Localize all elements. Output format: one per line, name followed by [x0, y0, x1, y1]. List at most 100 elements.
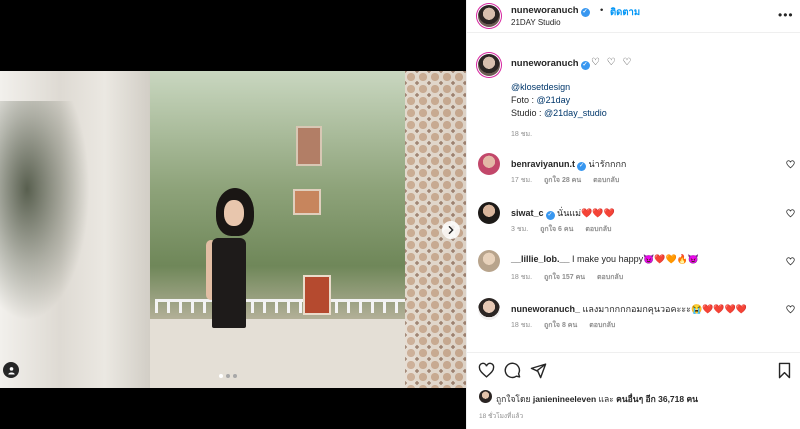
- post-media-pane: [0, 0, 466, 429]
- caption-mention[interactable]: @klosetdesign: [511, 82, 570, 92]
- post-author-username[interactable]: nuneworanuch ✓: [511, 5, 590, 17]
- dress: [212, 238, 246, 328]
- chevron-right-icon: [448, 226, 454, 234]
- caption-line: Studio : @21day_studio: [511, 108, 607, 118]
- avatar[interactable]: [478, 202, 500, 224]
- verified-badge-icon: ✓: [580, 61, 590, 70]
- caption-username[interactable]: nuneworanuch ✓: [511, 58, 590, 70]
- avatar[interactable]: [478, 153, 500, 175]
- comment-emoji: ❤️❤️❤️: [581, 208, 615, 218]
- comment-body: แลงมากกกกอมกคุนวอคะะะ: [582, 304, 691, 314]
- follow-button[interactable]: ติดตาม: [610, 5, 640, 20]
- location-link[interactable]: 21DAY Studio: [511, 18, 561, 27]
- comment-time: 18 ชม.: [511, 322, 533, 329]
- wall-photo: [303, 275, 331, 315]
- comment-item: siwat_c ✓ นั่นแม่❤️❤️❤️ 3 ชม. ถูกใจ 6 คน …: [467, 202, 800, 246]
- heart-icon[interactable]: [786, 209, 795, 218]
- comment-likes[interactable]: ถูกใจ 157 คน: [544, 274, 585, 281]
- comment-emoji: 😈❤️🧡🔥😈: [643, 254, 700, 264]
- heart-icon[interactable]: [786, 160, 795, 169]
- reply-button[interactable]: ตอบกลับ: [585, 226, 611, 233]
- wall-photo: [293, 189, 321, 215]
- liked-by-others[interactable]: คนอื่นๆ อีก 36,718 คน: [616, 394, 698, 404]
- mention-link[interactable]: @21day_studio: [544, 108, 607, 118]
- comment-likes[interactable]: ถูกใจ 6 คน: [540, 226, 573, 233]
- post-action-bar: [467, 352, 800, 384]
- comment-username[interactable]: benraviyanun.t: [511, 159, 575, 169]
- verified-badge-icon: ✓: [545, 211, 555, 220]
- wall-photo: [296, 126, 322, 166]
- mention-link[interactable]: @21day: [537, 95, 571, 105]
- comment-username[interactable]: __lillie_lob.__: [511, 254, 570, 264]
- comment-time: 18 ชม.: [511, 274, 533, 281]
- liked-by-middle: และ: [596, 394, 617, 404]
- username-text[interactable]: nuneworanuch: [511, 5, 579, 16]
- separator-dot: •: [600, 5, 604, 16]
- comment-likes[interactable]: ถูกใจ 8 คน: [544, 322, 577, 329]
- comment-item: benraviyanun.t ✓ น่ารักกกก 17 ชม. ถูกใจ 2…: [467, 153, 800, 197]
- comment-icon[interactable]: [504, 362, 521, 379]
- comment-likes[interactable]: ถูกใจ 28 คน: [544, 177, 581, 184]
- comment-body: นั่นแม่: [557, 208, 582, 218]
- caption-text: Foto :: [511, 95, 537, 105]
- window-sill: [150, 319, 415, 388]
- comment-username[interactable]: nuneworanuch_: [511, 304, 580, 314]
- post-side-panel: nuneworanuch ✓ • ติดตาม 21DAY Studio ••• …: [466, 0, 800, 429]
- heart-icon[interactable]: [478, 362, 495, 379]
- comment-meta: 18 ชม. ถูกใจ 157 คน ตอบกลับ: [511, 272, 633, 283]
- liked-by-user[interactable]: janienineeleven: [533, 394, 596, 404]
- face: [224, 200, 244, 226]
- caption-timestamp: 18 ชม.: [511, 131, 533, 138]
- verified-badge-icon: ✓: [577, 162, 587, 171]
- comment-meta: 18 ชม. ถูกใจ 8 คน ตอบกลับ: [511, 320, 625, 331]
- mention-link[interactable]: @klosetdesign: [511, 82, 570, 92]
- avatar[interactable]: [478, 250, 500, 272]
- comment-username[interactable]: siwat_c: [511, 208, 544, 218]
- avatar[interactable]: [479, 390, 492, 403]
- heart-icon[interactable]: [786, 257, 795, 266]
- user-icon: [7, 366, 15, 375]
- liked-by-summary: ถูกใจโดย janienineeleven และ คนอื่นๆ อีก…: [479, 389, 800, 405]
- post-photo[interactable]: [0, 71, 466, 388]
- comment-item: __lillie_lob.__ I make you happy😈❤️🧡🔥😈 1…: [467, 250, 800, 294]
- comment-text: __lillie_lob.__ I make you happy😈❤️🧡🔥😈: [511, 254, 699, 265]
- post-header: nuneworanuch ✓ • ติดตาม 21DAY Studio •••: [467, 0, 800, 33]
- comment-meta: 17 ชม. ถูกใจ 28 คน ตอบกลับ: [511, 175, 629, 186]
- username-text[interactable]: nuneworanuch: [511, 58, 579, 69]
- comment-emoji: 😭❤️❤️❤️❤️: [690, 304, 747, 314]
- bookmark-icon[interactable]: [776, 362, 793, 379]
- comments-list[interactable]: nuneworanuch ✓ ♡ ♡ ♡ @klosetdesign Foto :…: [467, 45, 800, 350]
- comment-item: nuneworanuch_ แลงมากกกกอมกคุนวอคะะะ😭❤️❤️…: [467, 298, 800, 342]
- avatar[interactable]: [478, 298, 500, 320]
- tagged-users-button[interactable]: [3, 362, 19, 378]
- carousel-dot: [219, 374, 223, 378]
- caption-hearts: ♡ ♡ ♡: [591, 57, 634, 68]
- window-greenery: [150, 71, 405, 331]
- avatar[interactable]: [478, 54, 500, 76]
- liked-by-text: ถูกใจโดย janienineeleven และ คนอื่นๆ อีก…: [496, 392, 698, 406]
- liked-by-prefix: ถูกใจโดย: [496, 394, 533, 404]
- heart-icon[interactable]: [786, 305, 795, 314]
- carousel-dot: [226, 374, 230, 378]
- comment-body: I make you happy: [572, 254, 644, 264]
- more-options-icon[interactable]: •••: [778, 8, 794, 22]
- caption-text: Studio :: [511, 108, 545, 118]
- reply-button[interactable]: ตอบกลับ: [593, 177, 619, 184]
- instagram-post-modal: nuneworanuch ✓ • ติดตาม 21DAY Studio ••• …: [0, 0, 800, 429]
- avatar[interactable]: [478, 5, 500, 27]
- caption-line: Foto : @21day: [511, 95, 570, 105]
- reply-button[interactable]: ตอบกลับ: [597, 274, 623, 281]
- comment-text: nuneworanuch_ แลงมากกกกอมกคุนวอคะะะ😭❤️❤️…: [511, 302, 747, 316]
- plant-silhouette: [0, 101, 90, 321]
- reply-button[interactable]: ตอบกลับ: [589, 322, 615, 329]
- post-timestamp[interactable]: 18 ชั่วโมงที่แล้ว: [479, 411, 523, 421]
- carousel-dot: [233, 374, 237, 378]
- carousel-next-button[interactable]: [442, 221, 460, 239]
- share-icon[interactable]: [530, 362, 547, 379]
- person-figure: [206, 188, 254, 328]
- verified-badge-icon: ✓: [580, 8, 590, 17]
- comment-text: siwat_c ✓ นั่นแม่❤️❤️❤️: [511, 206, 615, 220]
- comment-time: 3 ชม.: [511, 226, 529, 233]
- comment-meta: 3 ชม. ถูกใจ 6 คน ตอบกลับ: [511, 224, 621, 235]
- carousel-indicator: [219, 374, 237, 378]
